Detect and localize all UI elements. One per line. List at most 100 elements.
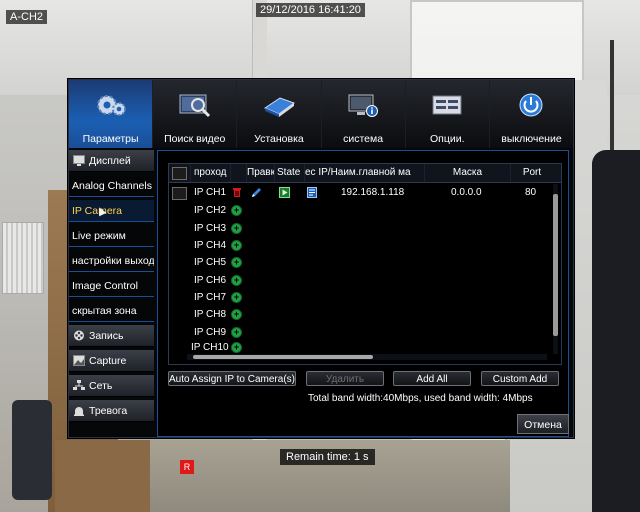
sidebar-item-record[interactable]: Запись (69, 325, 154, 347)
gears-icon (96, 95, 126, 116)
sidebar-item-image-control[interactable]: Image Control (69, 275, 154, 297)
delete-button[interactable]: Удалить (306, 371, 384, 386)
nav-options[interactable]: Опции. (406, 80, 490, 148)
header-address: ес IP/Наим.главной ма (305, 164, 425, 182)
osd-channel-label: A-CH2 (6, 10, 48, 24)
scrollbar-thumb[interactable] (553, 194, 558, 336)
sidebar-item-label: Analog Channels (72, 180, 152, 192)
header-delete-col (231, 164, 247, 182)
sidebar-item-label: Тревога (89, 405, 128, 417)
scrollbar-thumb[interactable] (193, 355, 373, 359)
nav-video-search[interactable]: Поиск видео (153, 80, 238, 148)
sidebar-item-live[interactable]: Live режим (69, 225, 154, 247)
bandwidth-status: Total band width:40Mbps, used band width… (308, 393, 533, 404)
horizontal-scrollbar[interactable] (187, 354, 547, 360)
connection-state-icon (279, 187, 290, 198)
sidebar-item-ip-camera[interactable]: IP Camera (69, 200, 154, 222)
row-channel: IP CH8 (194, 309, 227, 320)
sidebar-item-label: скрытая зона (72, 305, 137, 317)
sidebar-item-label: Сеть (89, 380, 113, 392)
add-camera-icon[interactable]: + (231, 257, 242, 268)
table-row[interactable]: IP CH1 192.168.1.118 0.0.0.0 80 (169, 184, 561, 201)
row-port: 80 (525, 187, 537, 198)
add-camera-icon[interactable]: + (231, 223, 242, 234)
sidebar-item-display[interactable]: Дисплей (69, 150, 154, 172)
add-camera-icon[interactable]: + (231, 205, 242, 216)
header-mask: Маска (425, 164, 511, 182)
sidebar-item-alarm[interactable]: Тревога (69, 400, 154, 422)
sidebar-item-label: Запись (89, 330, 124, 342)
row-checkbox[interactable] (172, 187, 187, 200)
nav-label: система (343, 133, 384, 145)
network-icon (73, 380, 85, 390)
edit-pencil-icon[interactable] (251, 187, 262, 198)
sidebar-item-network[interactable]: Сеть (69, 375, 154, 397)
osd-datetime: 29/12/2016 16:41:20 (256, 3, 365, 17)
add-all-button[interactable]: Add All (393, 371, 471, 386)
nav-label: Поиск видео (164, 133, 226, 145)
nav-label: Опции. (430, 133, 465, 145)
custom-add-button[interactable]: Custom Add (481, 371, 559, 386)
nav-install[interactable]: Установка (237, 80, 322, 148)
ip-camera-panel: проход Правка State ес IP/Наим.главной м… (157, 150, 569, 437)
coat (592, 150, 640, 512)
header-port: Port (522, 167, 542, 178)
table-row[interactable]: IP CH6 + (169, 272, 561, 289)
delete-icon[interactable] (232, 187, 242, 198)
install-book-icon (263, 97, 295, 117)
nav-system[interactable]: система (322, 80, 406, 148)
nav-parameters[interactable]: Параметры (69, 80, 154, 148)
row-ip-address: 192.168.1.118 (341, 187, 405, 198)
add-camera-icon[interactable]: + (231, 292, 242, 303)
table-row[interactable]: IP CH8 + (169, 306, 561, 323)
sidebar-item-label: Image Control (72, 280, 138, 292)
table-header: проход Правка State ес IP/Наим.главной м… (169, 164, 561, 183)
row-channel: IP CH7 (194, 292, 227, 303)
vertical-scrollbar[interactable] (553, 184, 558, 354)
coat-rack (610, 40, 614, 150)
header-channel: проход (191, 164, 231, 182)
sidebar-item-label: Live режим (72, 230, 126, 242)
camera-config-icon[interactable] (307, 187, 318, 198)
nav-label: выключение (501, 133, 562, 145)
sidebar-item-analog-channels[interactable]: Analog Channels (69, 175, 154, 197)
add-camera-icon[interactable]: + (231, 240, 242, 251)
add-camera-icon[interactable]: + (231, 342, 242, 353)
cancel-button[interactable]: Отмена (517, 414, 569, 434)
nav-label: Параметры (82, 133, 139, 145)
row-channel: IP CH2 (194, 205, 227, 216)
system-info-icon (348, 94, 379, 117)
nav-shutdown[interactable]: выключение (490, 80, 573, 148)
row-channel: IP CH4 (194, 240, 227, 251)
row-channel: IP CH3 (194, 223, 227, 234)
header-select-cell (169, 164, 191, 182)
remain-time: Remain time: 1 s (280, 449, 375, 465)
add-camera-icon[interactable]: + (231, 309, 242, 320)
sidebar-item-capture[interactable]: Capture (69, 350, 154, 372)
add-camera-icon[interactable]: + (231, 327, 242, 338)
settings-dialog: Параметры Поиск видео Установка система … (68, 79, 574, 438)
row-mask: 0.0.0.0 (451, 187, 482, 198)
header-state: State (275, 164, 305, 182)
row-channel: IP CH6 (194, 275, 227, 286)
top-navigation: Параметры Поиск видео Установка система … (69, 80, 573, 148)
options-panel-icon (432, 95, 462, 115)
auto-assign-ip-button[interactable]: Auto Assign IP to Camera(s) (168, 371, 296, 386)
office-chair (12, 400, 52, 500)
table-row[interactable]: IP CH2 + (169, 202, 561, 219)
table-row[interactable]: IP CH3 + (169, 220, 561, 237)
cabinet (55, 440, 150, 512)
select-all-checkbox[interactable] (172, 167, 187, 180)
sidebar-item-output-settings[interactable]: настройки выхода (69, 250, 154, 272)
add-camera-icon[interactable]: + (231, 275, 242, 286)
sidebar-item-label: настройки выхода (72, 255, 154, 267)
table-row[interactable]: IP CH4 + (169, 237, 561, 254)
table-row[interactable]: IP CH7 + (169, 289, 561, 306)
table-row[interactable]: IP CH5 + (169, 254, 561, 271)
sidebar-item-label: Дисплей (89, 155, 131, 167)
monitor-icon (73, 155, 85, 166)
nav-label: Установка (254, 133, 304, 145)
film-reel-icon (74, 330, 84, 341)
sidebar-item-privacy-zone[interactable]: скрытая зона (69, 300, 154, 322)
power-icon (519, 93, 543, 117)
